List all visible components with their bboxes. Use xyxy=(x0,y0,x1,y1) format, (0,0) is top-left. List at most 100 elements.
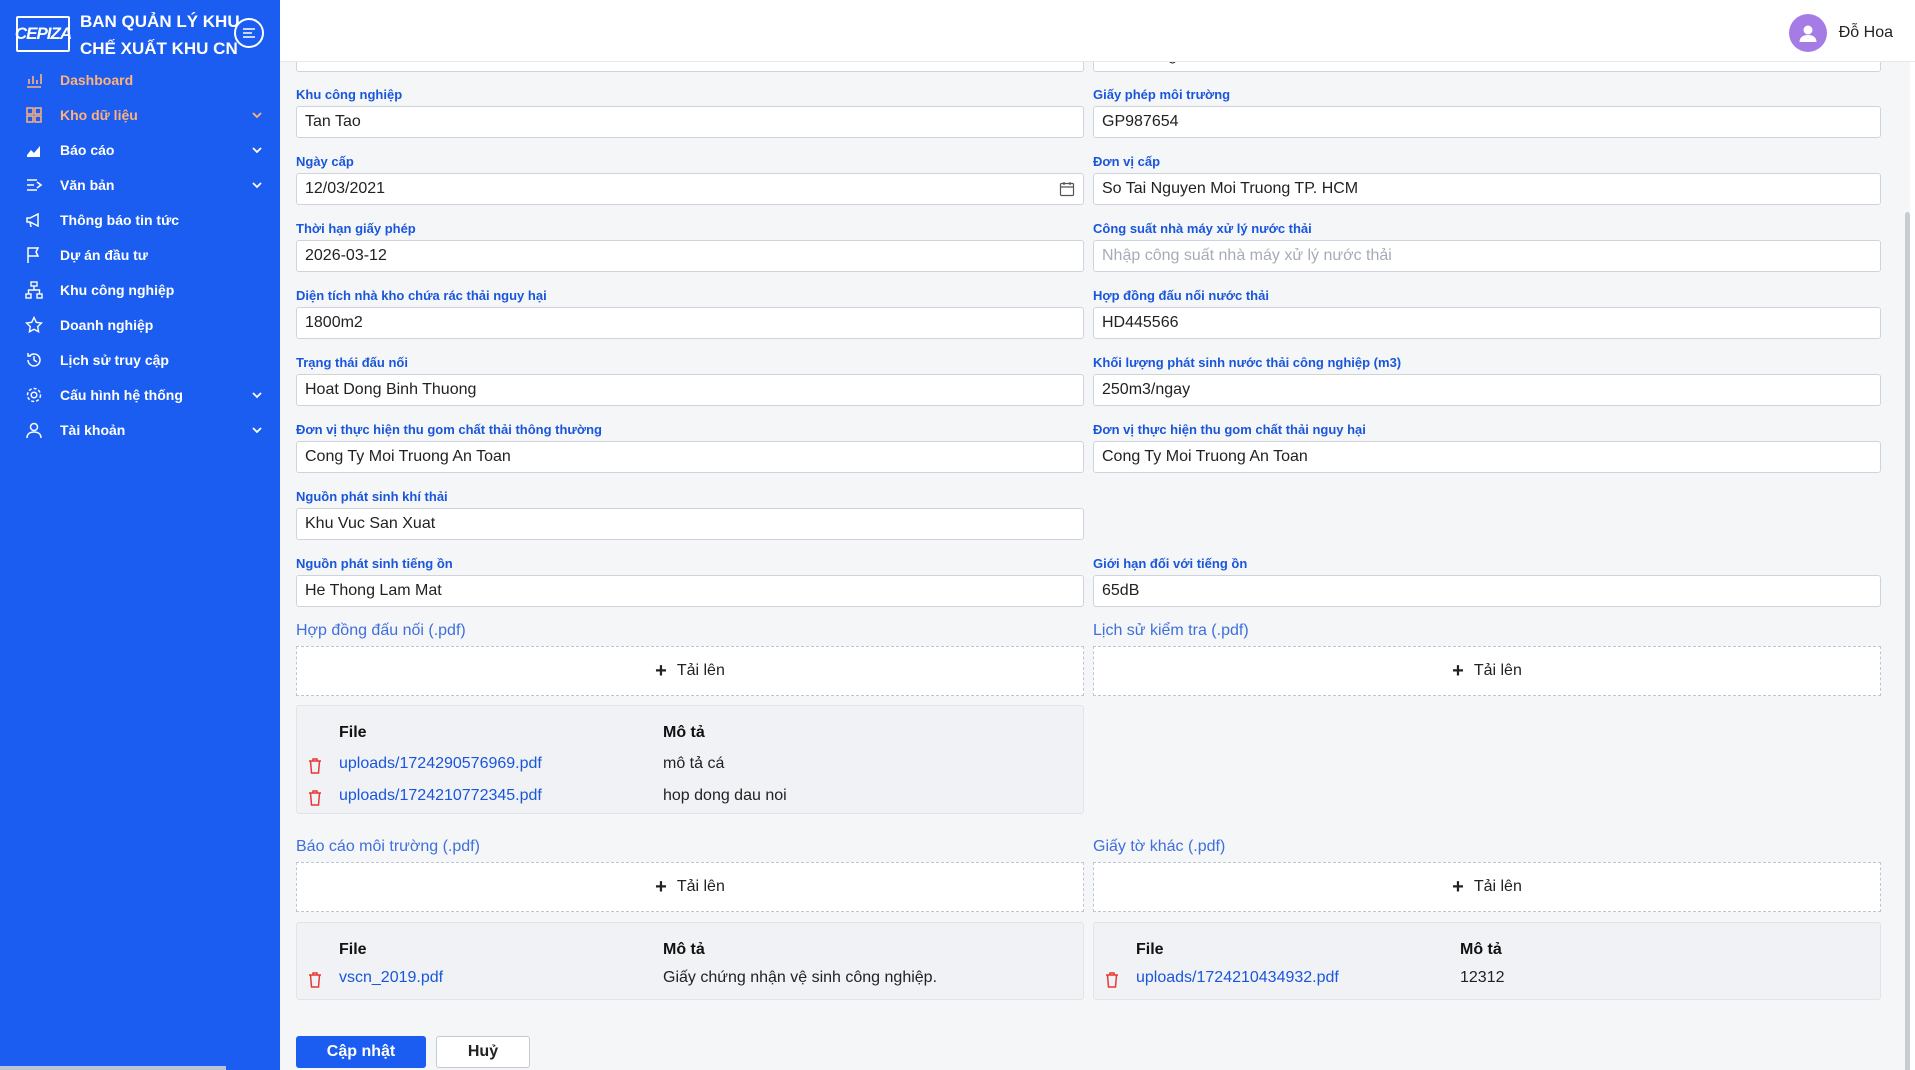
partial-right-input[interactable]: Tran Hung Dao xyxy=(1093,62,1881,72)
field-gioi-han: Giới hạn đối với tiếng ồn 65dB xyxy=(1093,555,1881,607)
avatar[interactable] xyxy=(1788,14,1827,52)
col-header-file: File xyxy=(339,941,367,958)
chevron-down-icon xyxy=(252,112,262,119)
plus-icon: + xyxy=(655,875,667,898)
megaphone-icon xyxy=(24,210,44,230)
sidebar-item-label: Dự án đầu tư xyxy=(60,246,148,263)
col-header-desc: Mô tả xyxy=(663,724,705,741)
field-label: Khu công nghiệp xyxy=(296,87,403,102)
scrollbar[interactable] xyxy=(1905,212,1910,1070)
trash-icon[interactable] xyxy=(307,789,323,807)
field-thu-gom-thuong: Đơn vị thực hiện thu gom chất thải thông… xyxy=(296,421,1084,473)
khu-cong-nghiep-input[interactable]: Tan Tao xyxy=(296,106,1084,138)
khoi-luong-input[interactable]: 250m3/ngay xyxy=(1093,374,1881,406)
menu-toggle-icon[interactable] xyxy=(234,18,264,48)
sidebar-item-doanh-nghiep[interactable]: Doanh nghiệp xyxy=(0,307,280,342)
field-trang-thai: Trạng thái đấu nối Hoat Dong Binh Thuong xyxy=(296,354,1084,406)
upload-button-giay-to[interactable]: + Tải lên xyxy=(1093,862,1881,912)
calendar-icon[interactable] xyxy=(1059,181,1075,197)
trang-thai-input[interactable]: Hoat Dong Binh Thuong xyxy=(296,374,1084,406)
file-table-giay-to: File Mô tả uploads/1724210434932.pdf 123… xyxy=(1093,922,1881,1000)
hop-dong-dau-noi-input[interactable]: HD445566 xyxy=(1093,307,1881,339)
sidebar-item-label: Cấu hình hệ thống xyxy=(60,386,183,403)
sidebar-item-bao-cao[interactable]: Báo cáo xyxy=(0,132,280,167)
field-label: Công suất nhà máy xử lý nước thải xyxy=(1093,221,1312,236)
don-vi-cap-input[interactable]: So Tai Nguyen Moi Truong TP. HCM xyxy=(1093,173,1881,205)
area-chart-icon xyxy=(24,140,44,160)
user-menu[interactable]: Đỗ Hoa xyxy=(1788,14,1893,52)
sidebar-item-van-ban[interactable]: Văn bản xyxy=(0,167,280,202)
upload-label: Tải lên xyxy=(1473,662,1522,679)
col-header-desc: Mô tả xyxy=(1460,941,1502,958)
file-link[interactable]: uploads/1724290576969.pdf xyxy=(339,755,542,773)
sidebar-item-label: Tài khoản xyxy=(60,421,126,438)
gioi-han-input[interactable]: 65dB xyxy=(1093,575,1881,607)
field-thu-gom-nguy-hai: Đơn vị thực hiện thu gom chất thải nguy … xyxy=(1093,421,1881,473)
file-link[interactable]: uploads/1724210772345.pdf xyxy=(339,787,542,805)
user-icon xyxy=(24,420,44,440)
field-hop-dong-dau-noi: Hợp đồng đấu nối nước thải HD445566 xyxy=(1093,287,1881,339)
field-label: Ngày cấp xyxy=(296,154,354,169)
thoi-han-input[interactable]: 2026-03-12 xyxy=(296,240,1084,272)
plus-icon: + xyxy=(1452,875,1464,898)
field-label: Đơn vị thực hiện thu gom chất thải thông… xyxy=(296,422,602,437)
upload-label: Tải lên xyxy=(676,878,725,895)
partial-left-input[interactable]: 709GHH xyxy=(296,62,1084,72)
sidebar-item-dashboard[interactable]: Dashboard xyxy=(0,62,280,97)
col-header-desc: Mô tả xyxy=(663,941,705,958)
trash-icon[interactable] xyxy=(307,971,323,989)
sidebar-item-kho-du-lieu[interactable]: Kho dữ liệu xyxy=(0,97,280,132)
ngay-cap-value: 12/03/2021 xyxy=(305,180,386,197)
submit-button[interactable]: Cập nhật xyxy=(296,1036,426,1068)
ngay-cap-input[interactable]: 12/03/2021 xyxy=(296,173,1084,205)
giay-phep-input[interactable]: GP987654 xyxy=(1093,106,1881,138)
sidebar-item-lich-su[interactable]: Lịch sử truy cập xyxy=(0,342,280,377)
thu-gom-thuong-input[interactable]: Cong Ty Moi Truong An Toan xyxy=(296,441,1084,473)
bar-chart-icon xyxy=(24,70,44,90)
file-desc: Giấy chứng nhận vệ sinh công nghiệp. xyxy=(663,969,938,986)
field-label: Hợp đồng đấu nối nước thải xyxy=(1093,288,1269,303)
upload-button-bao-cao[interactable]: + Tải lên xyxy=(296,862,1084,912)
thu-gom-nguy-hai-input[interactable]: Cong Ty Moi Truong An Toan xyxy=(1093,441,1881,473)
field-ngay-cap: Ngày cấp 12/03/2021 xyxy=(296,153,1084,205)
sidebar-item-khu-cong-nghiep[interactable]: Khu công nghiệp xyxy=(0,272,280,307)
upload-title-bao-cao: Báo cáo môi trường (.pdf) xyxy=(296,838,480,855)
khi-thai-input[interactable]: Khu Vuc San Xuat xyxy=(296,508,1084,540)
sidebar-item-label: Lịch sử truy cập xyxy=(60,351,169,368)
grid-icon xyxy=(24,105,44,125)
tieng-on-input[interactable]: He Thong Lam Mat xyxy=(296,575,1084,607)
upload-title-hop-dong: Hợp đồng đấu nối (.pdf) xyxy=(296,622,466,639)
trash-icon[interactable] xyxy=(307,757,323,775)
field-don-vi-cap: Đơn vị cấp So Tai Nguyen Moi Truong TP. … xyxy=(1093,153,1881,205)
chevron-down-icon xyxy=(252,427,262,434)
plus-icon: + xyxy=(1452,659,1464,682)
cancel-button[interactable]: Huỷ xyxy=(436,1036,530,1068)
brand-logo[interactable]: CEPIZA xyxy=(15,16,72,52)
user-name: Đỗ Hoa xyxy=(1838,24,1893,41)
upload-title-lich-su: Lịch sử kiểm tra (.pdf) xyxy=(1093,622,1249,639)
field-label: Nguồn phát sinh tiếng ồn xyxy=(296,556,453,571)
history-icon xyxy=(24,350,44,370)
upload-button-lich-su[interactable]: + Tải lên xyxy=(1093,646,1881,696)
topbar: Đỗ Hoa xyxy=(280,6,1915,62)
field-label: Giấy phép môi trường xyxy=(1093,87,1231,102)
table-row: uploads/1724210772345.pdf hop dong dau n… xyxy=(297,787,1083,811)
sidebar-item-cau-hinh[interactable]: Cấu hình hệ thống xyxy=(0,377,280,412)
gear-icon xyxy=(24,385,44,405)
cong-suat-input[interactable]: Nhập công suất nhà máy xử lý nước thải xyxy=(1093,240,1881,272)
file-link[interactable]: uploads/1724210434932.pdf xyxy=(1136,969,1339,987)
upload-button-hop-dong[interactable]: + Tải lên xyxy=(296,646,1084,696)
field-khi-thai: Nguồn phát sinh khí thải Khu Vuc San Xua… xyxy=(296,488,1084,540)
field-cong-suat: Công suất nhà máy xử lý nước thải Nhập c… xyxy=(1093,220,1881,272)
sidebar-item-tai-khoan[interactable]: Tài khoản xyxy=(0,412,280,447)
sidebar-item-thong-bao[interactable]: Thông báo tin tức xyxy=(0,202,280,237)
field-khoi-luong: Khối lượng phát sinh nước thải công nghi… xyxy=(1093,354,1881,406)
dien-tich-input[interactable]: 1800m2 xyxy=(296,307,1084,339)
sidebar-item-du-an[interactable]: Dự án đầu tư xyxy=(0,237,280,272)
main-content: 709GHH Tran Hung Dao Khu công nghiệp Tan… xyxy=(280,62,1910,1070)
file-link[interactable]: vscn_2019.pdf xyxy=(339,969,443,987)
hierarchy-icon xyxy=(24,280,44,300)
trash-icon[interactable] xyxy=(1104,971,1120,989)
plus-icon: + xyxy=(655,659,667,682)
field-label: Nguồn phát sinh khí thải xyxy=(296,489,448,504)
